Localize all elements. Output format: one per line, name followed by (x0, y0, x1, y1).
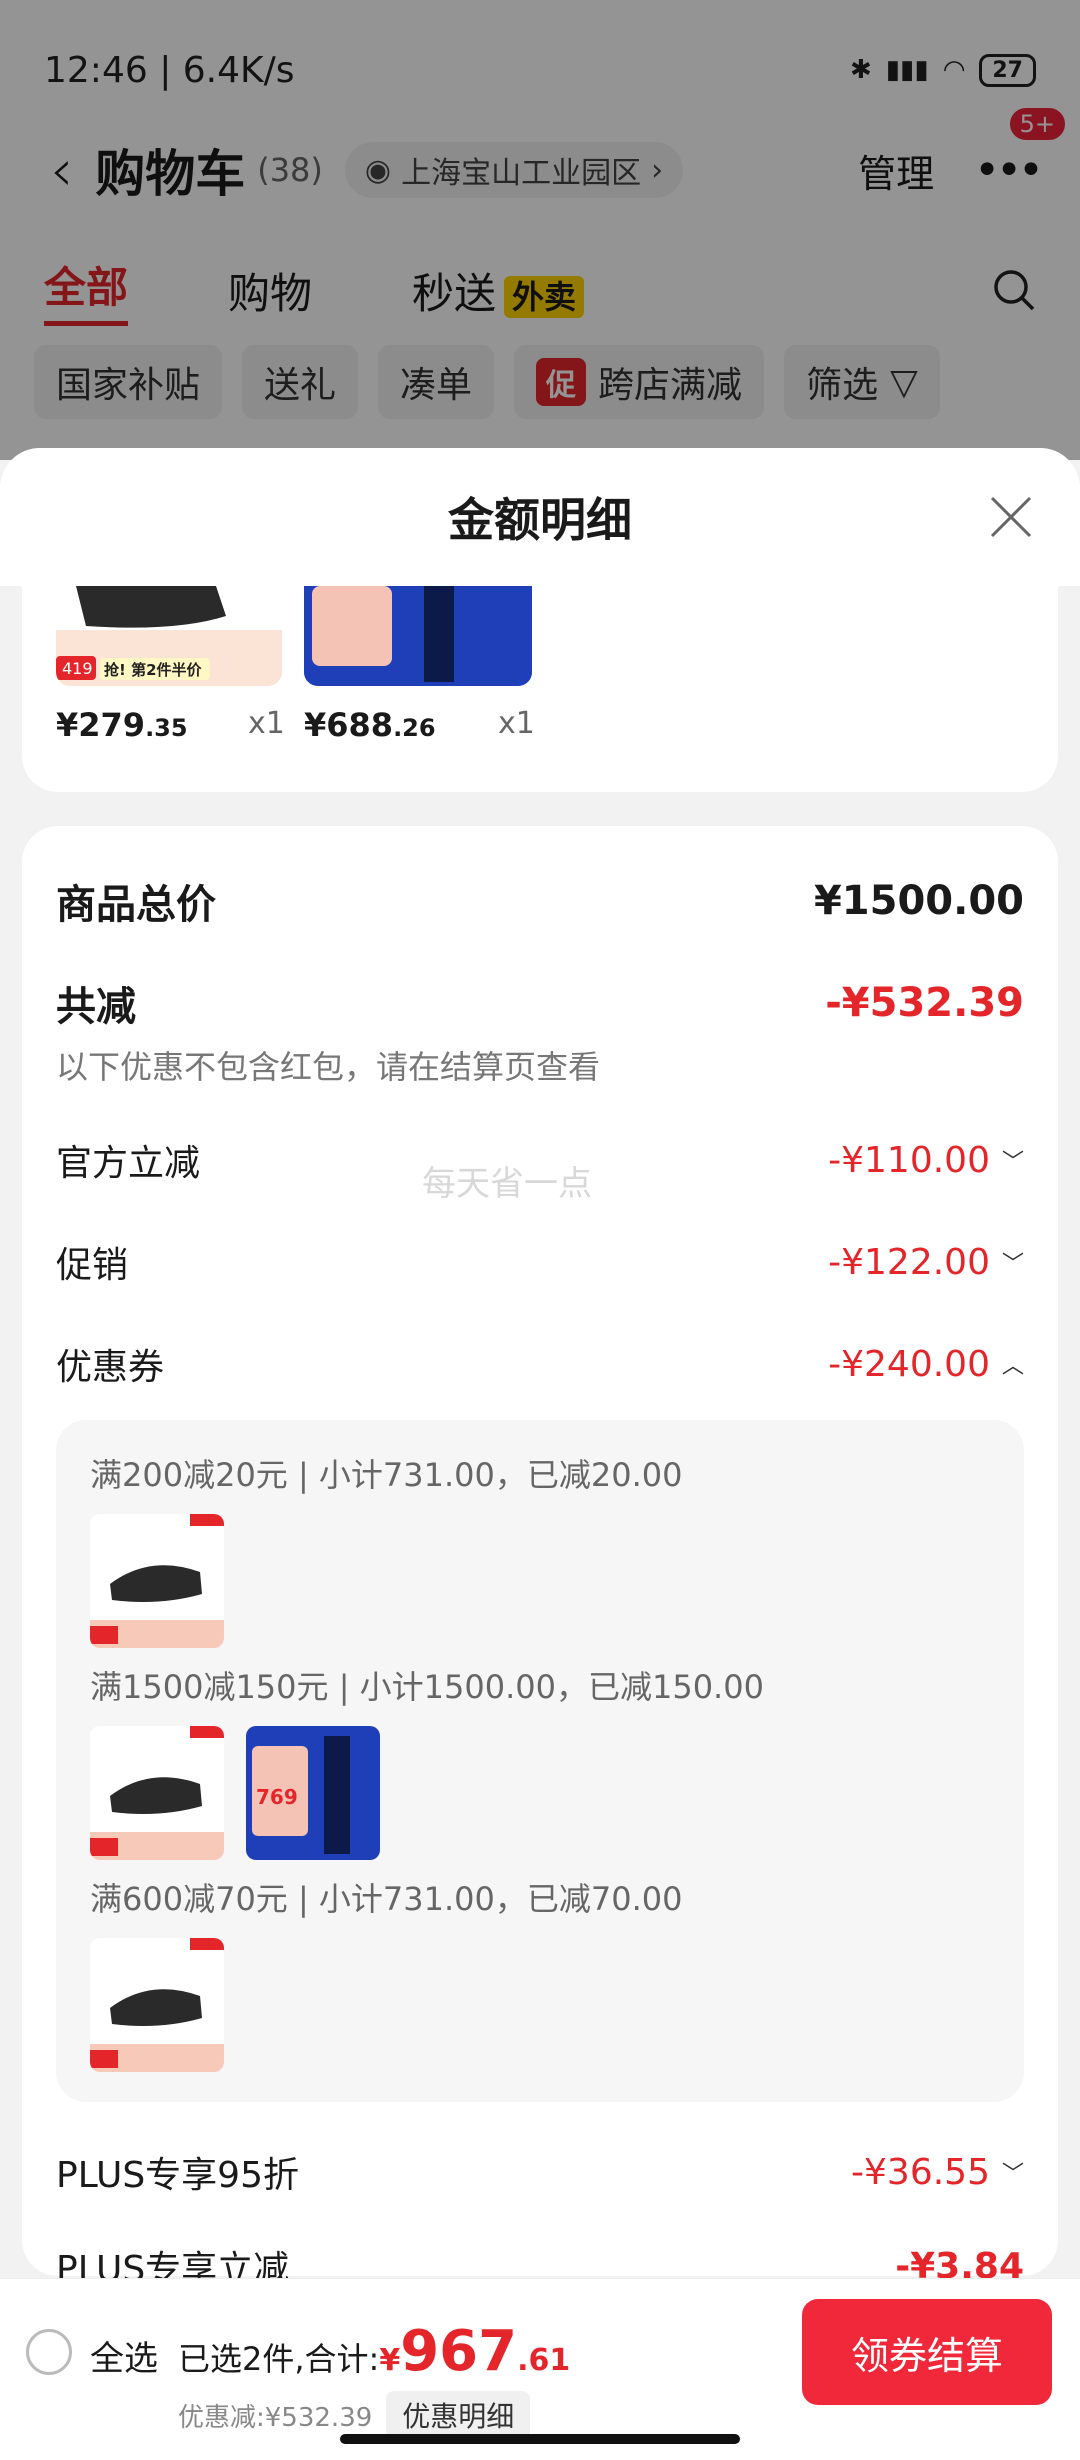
discount-note: 以下优惠不包含红包，请在结算页查看 (56, 1048, 601, 1086)
official-discount-amount: -¥110.00 (828, 1139, 990, 1181)
coupon-rule-1: 满200减20元 | 小计731.00，已减20.00 (90, 1456, 683, 1494)
product-image-shoe[interactable]: 419 抢! 第2件半价 (56, 586, 282, 686)
product-price-ssd: ¥688.26 (304, 706, 436, 744)
coupon-rule-3: 满600减70元 | 小计731.00，已减70.00 (90, 1880, 683, 1918)
total-integer: 967 (400, 2319, 518, 2384)
reduce-row: 共减 -¥532.39 (56, 974, 1024, 1032)
official-discount-value: -¥110.00 ﹀ (828, 1140, 1024, 1181)
sheet-header: 金额明细 (0, 448, 1080, 586)
reduce-label: 共减 (56, 984, 136, 1030)
chevron-down-icon: ﹀ (1001, 2162, 1024, 2187)
coupon-row[interactable]: 优惠券 -¥240.00 ︿ (56, 1338, 1024, 1390)
total-currency: ¥ (379, 2343, 401, 2378)
shoe-thumbnail[interactable] (90, 1938, 224, 2072)
plus-discount-amount: -¥36.55 (851, 2151, 990, 2193)
product-qty-shoe: x1 (248, 706, 285, 741)
plus-discount-row[interactable]: PLUS专享95折 -¥36.55 ﹀ (56, 2146, 1024, 2198)
selected-text: 已选2件,合计: (178, 2340, 380, 2378)
modal-overlay[interactable] (0, 0, 1080, 460)
watermark-text: 每天省一点 (422, 1164, 592, 1204)
shoe-price-cents: .35 (145, 714, 188, 742)
select-all-radio[interactable] (26, 2329, 72, 2375)
amount-detail-sheet: 金额明细 419 抢! 第2件半价 ¥279.35 x1 ¥688.26 x1 (0, 448, 1080, 2460)
select-all-label[interactable]: 全选 (90, 2331, 158, 2380)
total-label: 商品总价 (56, 882, 216, 928)
shoe-thumbnail[interactable] (90, 1514, 224, 1648)
chevron-up-icon: ︿ (1001, 1354, 1024, 1379)
ssd-thumbnail[interactable]: 769 (246, 1726, 380, 1860)
promotion-value: -¥122.00 ﹀ (828, 1242, 1024, 1283)
coupon-breakdown: 满200减20元 | 小计731.00，已减20.00 满1500减150元 |… (56, 1420, 1024, 2102)
coupon-3-products (90, 1938, 990, 2072)
reduce-value: -¥532.39 (825, 980, 1024, 1026)
chevron-down-icon: ﹀ (1001, 1150, 1024, 1175)
checkout-bar: 全选 已选2件,合计: ¥967.61 优惠减:¥532.39 优惠明细 领券结… (0, 2278, 1080, 2460)
discount-summary: 优惠减:¥532.39 优惠明细 (178, 2391, 531, 2439)
shoe-price-tag: 419 (62, 659, 93, 678)
product-price-shoe: ¥279.35 (56, 706, 188, 744)
coupon-amount: -¥240.00 (828, 1343, 990, 1385)
discount-detail-button[interactable]: 优惠明细 (386, 2391, 531, 2439)
coupon-value: -¥240.00 ︿ (828, 1344, 1024, 1385)
coupon-rule-2: 满1500减150元 | 小计1500.00，已减150.00 (90, 1668, 764, 1706)
coupon-1-products (90, 1514, 990, 1648)
price-detail-card: 商品总价 ¥1500.00 共减 -¥532.39 以下优惠不包含红包，请在结算… (22, 826, 1058, 2290)
selected-summary: 已选2件,合计: ¥967.61 (178, 2319, 570, 2384)
plus-discount-value: -¥36.55 ﹀ (851, 2152, 1024, 2193)
coupon-label: 优惠券 (56, 1347, 165, 1388)
close-icon[interactable] (986, 492, 1036, 542)
shoe-thumbnail[interactable] (90, 1726, 224, 1860)
plus-discount-label: PLUS专享95折 (56, 2155, 299, 2196)
total-value: ¥1500.00 (813, 878, 1024, 924)
product-image-ssd[interactable] (304, 586, 532, 686)
sheet-title: 金额明细 (448, 493, 632, 547)
product-qty-ssd: x1 (498, 706, 535, 741)
ssd-price: ¥688 (304, 706, 394, 744)
promotion-label: 促销 (56, 1245, 129, 1286)
discount-text: 优惠减:¥532.39 (178, 2402, 373, 2433)
ssd-price-cents: .26 (393, 714, 436, 742)
promotion-amount: -¥122.00 (828, 1241, 990, 1283)
shoe-price: ¥279 (56, 706, 146, 744)
total-decimal: .61 (517, 2343, 571, 2378)
promotion-row[interactable]: 促销 -¥122.00 ﹀ (56, 1236, 1024, 1288)
official-discount-label: 官方立减 (56, 1143, 201, 1184)
shoe-promo-text: 抢! 第2件半价 (104, 661, 203, 679)
checkout-button[interactable]: 领券结算 (802, 2299, 1052, 2405)
coupon-2-products: 769 (90, 1726, 990, 1860)
total-row: 商品总价 ¥1500.00 (56, 872, 1024, 930)
total-amount: ¥967.61 (379, 2319, 570, 2384)
ssd-thumb-price-tag: 769 (256, 1785, 298, 1809)
chevron-down-icon: ﹀ (1001, 1252, 1024, 1277)
product-card: 419 抢! 第2件半价 ¥279.35 x1 ¥688.26 x1 (22, 586, 1058, 792)
home-indicator[interactable] (340, 2434, 740, 2444)
